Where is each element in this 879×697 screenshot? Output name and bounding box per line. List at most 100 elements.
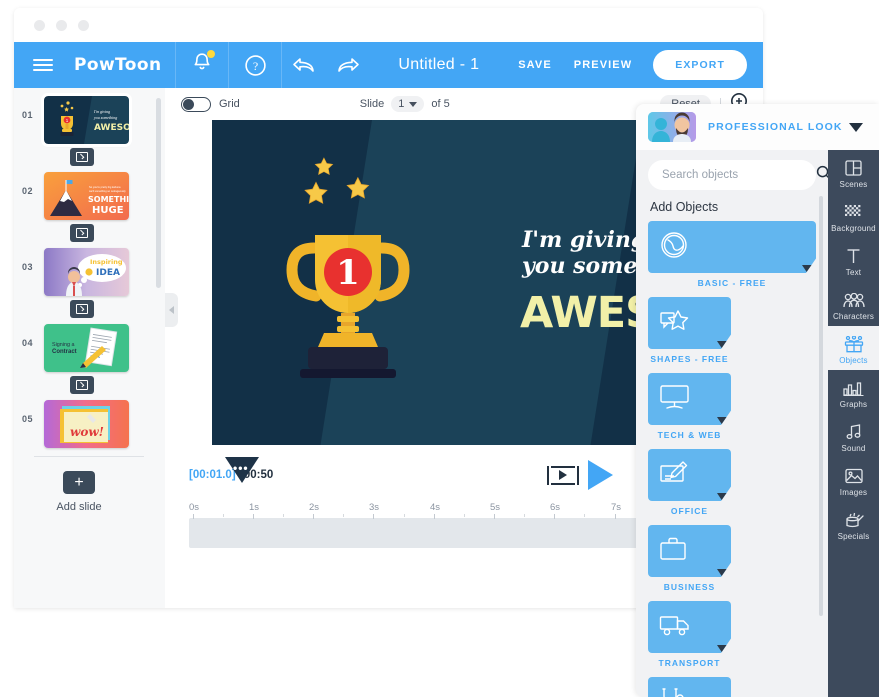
chevron-down-icon[interactable] bbox=[717, 569, 729, 577]
category-medical[interactable]: MEDICAL bbox=[648, 677, 731, 697]
avatar bbox=[648, 112, 696, 142]
chevron-down-icon[interactable] bbox=[802, 265, 814, 273]
svg-text:Signing a: Signing a bbox=[52, 342, 74, 348]
document-title[interactable]: Untitled - 1 bbox=[370, 56, 507, 74]
bell-icon[interactable] bbox=[176, 42, 228, 88]
sidebar-label: Scenes bbox=[839, 179, 868, 189]
svg-text:SOMETHING: SOMETHING bbox=[88, 195, 129, 204]
ruler-tick: 1s bbox=[249, 502, 259, 519]
chevron-down-icon[interactable] bbox=[717, 645, 729, 653]
slides-scrollbar[interactable] bbox=[156, 98, 161, 288]
category-shapes-free[interactable]: SHAPES - FREE bbox=[648, 297, 731, 364]
duplicate-slide-button[interactable] bbox=[70, 148, 94, 166]
sidebar-item-sound[interactable]: Sound bbox=[828, 414, 879, 458]
slide-canvas[interactable]: 1 I'm giving you something AWESOME bbox=[212, 120, 642, 445]
slide-item[interactable]: 02 So you're pretty big kahuna we'll som… bbox=[14, 172, 165, 220]
slide-navigator: Slide 1 of 5 bbox=[360, 96, 450, 112]
star-shape-icon bbox=[659, 308, 691, 339]
play-icon[interactable] bbox=[588, 460, 613, 490]
look-selector-bar[interactable]: PROFESSIONAL LOOK bbox=[636, 104, 879, 150]
ruler-tick: 0s bbox=[189, 502, 199, 519]
add-slide-control[interactable]: + Add slide bbox=[14, 471, 144, 513]
svg-text:Contract: Contract bbox=[52, 349, 77, 355]
powtoon-logo[interactable]: PowToon bbox=[72, 55, 175, 75]
slide-number: 04 bbox=[22, 338, 34, 348]
search-input[interactable] bbox=[662, 169, 816, 181]
help-icon[interactable]: ? bbox=[229, 42, 281, 88]
svg-text:Inspiring: Inspiring bbox=[90, 258, 123, 266]
category-office[interactable]: OFFICE bbox=[648, 449, 731, 516]
search-icon[interactable] bbox=[816, 165, 828, 186]
undo-icon[interactable] bbox=[282, 42, 326, 88]
slide-item[interactable]: 03 Inspiring IDEA bbox=[14, 248, 165, 296]
export-button[interactable]: EXPORT bbox=[653, 50, 747, 80]
svg-text:we'll something so outrageousl: we'll something so outrageously bbox=[89, 189, 126, 193]
menu-icon[interactable] bbox=[14, 42, 72, 88]
sidebar-item-characters[interactable]: Characters bbox=[828, 282, 879, 326]
category-transport[interactable]: TRANSPORT bbox=[648, 601, 731, 668]
window-maximize-dot[interactable] bbox=[78, 19, 89, 31]
add-slide-button[interactable]: + bbox=[63, 471, 95, 494]
svg-text:AWESOME!: AWESOME! bbox=[94, 123, 129, 133]
category-tech-web[interactable]: TECH & WEB bbox=[648, 373, 731, 440]
category-label: BASIC - FREE bbox=[697, 278, 767, 288]
ruler-tick: 6s bbox=[550, 502, 560, 519]
briefcase-icon bbox=[659, 536, 687, 567]
category-basic-free[interactable]: BASIC - FREE bbox=[648, 221, 816, 288]
monitor-icon bbox=[659, 384, 690, 415]
ruler-tick: 4s bbox=[430, 502, 440, 519]
sidebar-item-graphs[interactable]: Graphs bbox=[828, 370, 879, 414]
object-panel-scrollbar[interactable] bbox=[819, 196, 823, 616]
sidebar-item-text[interactable]: Text bbox=[828, 238, 879, 282]
chevron-down-icon[interactable] bbox=[717, 341, 729, 349]
slide-thumbnail-1[interactable]: 1 I'm giving you something AWESOME! bbox=[41, 93, 132, 147]
slide-item[interactable]: 01 1 I'm giving you something AWESO bbox=[14, 93, 165, 147]
search-objects-box[interactable] bbox=[648, 160, 828, 190]
canvas-script-text: I'm giving you something bbox=[522, 227, 642, 279]
window-titlebar bbox=[14, 8, 763, 42]
collapse-sidebar-button[interactable] bbox=[165, 293, 178, 327]
sidebar-label: Sound bbox=[841, 443, 866, 453]
grid-label: Grid bbox=[219, 98, 240, 110]
sidebar-item-objects[interactable]: Objects bbox=[828, 326, 879, 370]
category-business[interactable]: BUSINESS bbox=[648, 525, 731, 592]
sidebar-item-specials[interactable]: Specials bbox=[828, 502, 879, 546]
slide-number: 02 bbox=[22, 186, 34, 196]
window-close-dot[interactable] bbox=[34, 19, 45, 31]
window-minimize-dot[interactable] bbox=[56, 19, 67, 31]
notification-badge bbox=[207, 50, 216, 58]
preview-button[interactable]: PREVIEW bbox=[563, 59, 643, 71]
specials-icon bbox=[844, 512, 864, 529]
background-icon bbox=[845, 204, 862, 221]
duplicate-slide-button[interactable] bbox=[70, 376, 94, 394]
sidebar-item-scenes[interactable]: Scenes bbox=[828, 150, 879, 194]
redo-icon[interactable] bbox=[326, 42, 370, 88]
step-forward-icon[interactable] bbox=[547, 465, 579, 485]
add-objects-label: Add Objects bbox=[650, 200, 719, 214]
sidebar-label: Images bbox=[839, 487, 868, 497]
slide-thumbnail-4[interactable]: Signing a Contract bbox=[44, 324, 129, 372]
slide-thumbnail-2[interactable]: So you're pretty big kahuna we'll someth… bbox=[44, 172, 129, 220]
chevron-down-icon[interactable] bbox=[717, 493, 729, 501]
category-label: TECH & WEB bbox=[657, 430, 722, 440]
slide-select[interactable]: 1 bbox=[391, 96, 425, 112]
slide-number: 01 bbox=[22, 110, 34, 120]
chevron-down-icon[interactable] bbox=[717, 417, 729, 425]
duplicate-slide-button[interactable] bbox=[70, 300, 94, 318]
powtoon-editor-app: PowToon ? Untitled - 1 SAVE PREVIEW EXPO… bbox=[0, 0, 879, 697]
ruler-tick: 3s bbox=[369, 502, 379, 519]
svg-text:HUGE: HUGE bbox=[92, 205, 124, 216]
sidebar-item-images[interactable]: Images bbox=[828, 458, 879, 502]
timeline-playhead[interactable]: ••• bbox=[225, 457, 259, 483]
duplicate-slide-button[interactable] bbox=[70, 224, 94, 242]
grid-toggle[interactable] bbox=[181, 96, 211, 112]
slide-thumbnail-3[interactable]: Inspiring IDEA bbox=[44, 248, 129, 296]
sidebar-label: Text bbox=[845, 267, 862, 277]
app-header: PowToon ? Untitled - 1 SAVE PREVIEW EXPO… bbox=[14, 42, 763, 88]
slide-item[interactable]: 04 Signing a Contract bbox=[14, 324, 165, 372]
slide-thumbnail-5[interactable]: wow! bbox=[44, 400, 129, 448]
sidebar-item-background[interactable]: Background bbox=[828, 194, 879, 238]
slide-item[interactable]: 05 wow! bbox=[14, 400, 165, 448]
chevron-down-icon[interactable] bbox=[849, 122, 863, 132]
save-button[interactable]: SAVE bbox=[507, 59, 563, 71]
